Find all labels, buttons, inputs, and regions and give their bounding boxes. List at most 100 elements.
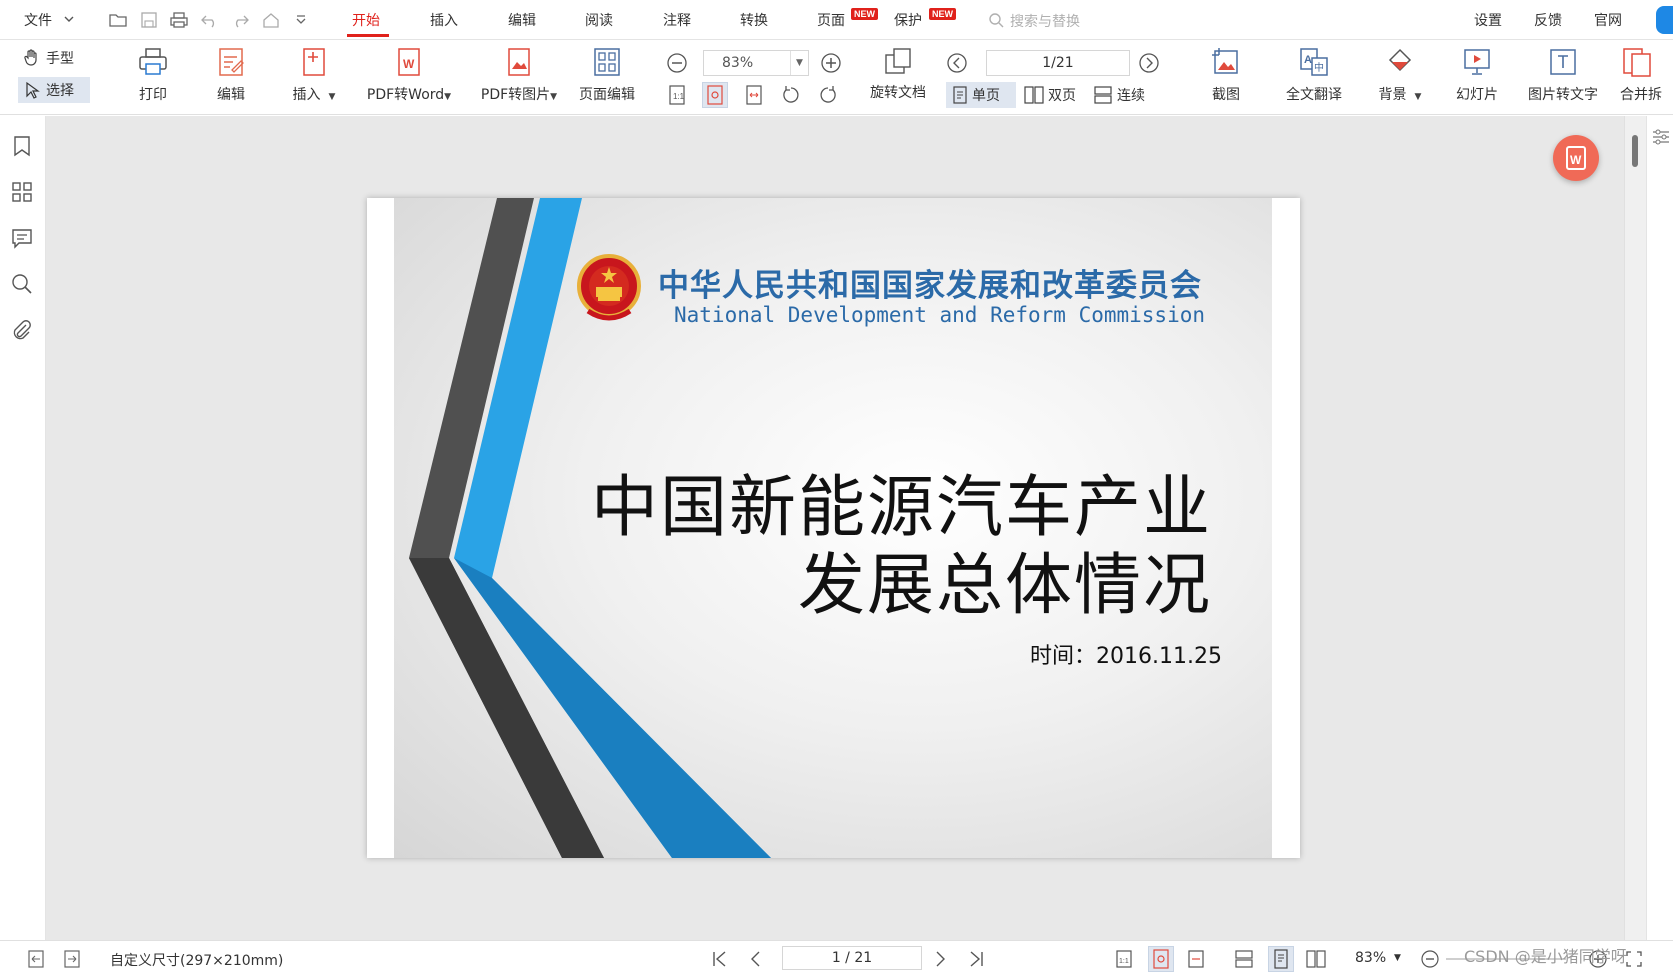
comment-icon[interactable] [10,226,34,250]
screenshot-button[interactable]: 截图 [1204,46,1248,104]
more-dropdown-icon[interactable] [291,11,311,29]
word-icon: W [398,48,420,76]
fit-page-icon[interactable] [702,82,728,108]
page-number-input[interactable]: 1/21 [986,50,1130,76]
screenshot-icon [1212,48,1238,74]
floating-convert-button[interactable]: W [1553,135,1599,181]
export-page-icon[interactable] [62,949,82,969]
svg-text:1:1: 1:1 [1119,958,1129,965]
fit-width-icon[interactable] [1186,949,1206,969]
last-page-icon[interactable] [966,949,986,969]
continuous-view-icon[interactable] [1234,949,1254,969]
actual-size-icon[interactable]: 1:1 [666,84,688,110]
hand-tool-button[interactable]: 手型 [22,48,74,68]
fit-page-icon[interactable] [1148,946,1174,972]
sidebar-toggle-icon[interactable] [26,949,46,969]
status-zoom-value[interactable]: 83% [1355,950,1386,966]
select-tool-button[interactable]: 选择 [18,77,90,103]
actual-size-icon[interactable]: 1:1 [1114,949,1134,969]
background-button[interactable]: 背景 ▼ [1370,46,1430,104]
tab-read[interactable]: 阅读 [585,10,613,30]
tab-edit[interactable]: 编辑 [508,10,536,30]
insert-button[interactable]: 插入 ▼ [286,46,342,104]
search-icon [988,12,1004,32]
tab-start[interactable]: 开始 [352,10,380,30]
print-icon [139,48,167,75]
double-page-button[interactable]: 双页 [1024,85,1076,105]
tab-page[interactable]: 页面 [817,10,845,30]
tab-protect[interactable]: 保护 [894,10,922,30]
redo-icon[interactable] [230,11,250,29]
continuous-button[interactable]: 连续 [1093,85,1145,105]
attachment-icon[interactable] [10,318,34,342]
search-icon[interactable] [10,272,34,296]
chevron-down-icon[interactable]: ▼ [1394,953,1401,963]
website-link[interactable]: 官网 [1594,10,1622,30]
edit-button[interactable]: 编辑 [209,46,253,104]
double-page-view-icon[interactable] [1306,949,1326,969]
tab-insert[interactable]: 插入 [430,10,458,30]
page-grid-icon [594,48,620,76]
prev-page-icon[interactable] [946,52,968,78]
chevron-down-icon[interactable]: ▼ [790,51,808,75]
chevron-down-icon[interactable] [64,12,74,28]
prev-page-icon[interactable] [746,949,766,969]
print-icon[interactable] [169,11,189,29]
translate-icon: A中 [1300,48,1328,76]
bookmark-icon[interactable] [10,134,34,158]
thumbnails-icon[interactable] [10,180,34,204]
tab-annotate[interactable]: 注释 [663,10,691,30]
print-button[interactable]: 打印 [131,46,175,104]
zoom-out-icon[interactable] [1420,949,1440,969]
pdf-to-word-button[interactable]: W PDF转Word▼ [363,46,455,104]
next-page-icon[interactable] [930,949,950,969]
image-to-text-label: 图片转文字 [1528,87,1598,103]
open-folder-icon[interactable] [108,11,128,29]
translate-button[interactable]: A中 全文翻译 [1278,46,1350,104]
organization-name-cn: 中华人民共和国国家发展和改革委员会 [658,268,1202,304]
save-icon[interactable] [139,11,159,29]
background-label: 背景 [1378,87,1407,103]
pdf-to-image-button[interactable]: PDF转图片▼ [476,46,562,104]
properties-icon[interactable] [1650,126,1672,152]
home-icon[interactable] [261,11,281,29]
status-page-input[interactable]: 1 / 21 [782,946,922,970]
merge-split-button[interactable]: 合并拆 [1620,46,1673,104]
search-input[interactable]: 搜索与替换 [1010,11,1080,31]
pdf-to-image-label: PDF转图片 [480,87,551,103]
dropdown-arrow-icon: ▼ [328,92,336,102]
single-page-view-icon[interactable] [1268,946,1294,972]
status-bar: 自定义尺寸(297×210mm) 1 / 21 1:1 83% ▼ [0,940,1673,974]
ribbon-toolbar: 手型 选择 打印 编辑 插入 ▼ W PDF转Word▼ PDF转图片▼ 页面编辑… [0,40,1673,115]
settings-link[interactable]: 设置 [1474,10,1502,30]
insert-page-icon [303,48,325,76]
organization-name-en: National Development and Reform Commissi… [674,303,1206,327]
svg-text:W: W [403,57,415,71]
file-menu[interactable]: 文件 [24,10,52,30]
rotate-right-icon[interactable] [817,84,839,110]
fullscreen-icon[interactable] [1624,949,1644,969]
zoom-in-icon[interactable] [820,52,842,78]
zoom-out-icon[interactable] [666,52,688,78]
image-to-text-button[interactable]: 图片转文字 [1524,46,1602,104]
single-page-icon [953,86,967,104]
slideshow-icon [1464,49,1490,75]
scrollbar-thumb[interactable] [1632,135,1638,167]
feedback-link[interactable]: 反馈 [1534,10,1562,30]
vertical-scrollbar[interactable] [1624,116,1646,940]
single-page-button[interactable]: 单页 [946,82,1016,108]
dropdown-arrow-icon: ▼ [444,92,452,102]
hand-icon [24,49,37,66]
account-tab[interactable] [1656,6,1673,34]
page-edit-button[interactable]: 页面编辑 [574,46,640,104]
slideshow-button[interactable]: 幻灯片 [1452,46,1502,104]
next-page-icon[interactable] [1138,52,1160,78]
tab-convert[interactable]: 转换 [740,10,768,30]
first-page-icon[interactable] [710,949,730,969]
svg-text:1:1: 1:1 [673,92,685,101]
fit-width-icon[interactable] [743,84,765,110]
undo-icon[interactable] [200,11,220,29]
rotate-document-button[interactable]: 旋转文档 [852,46,944,102]
rotate-left-icon[interactable] [780,84,802,110]
zoom-select[interactable]: 83% ▼ [703,50,809,76]
